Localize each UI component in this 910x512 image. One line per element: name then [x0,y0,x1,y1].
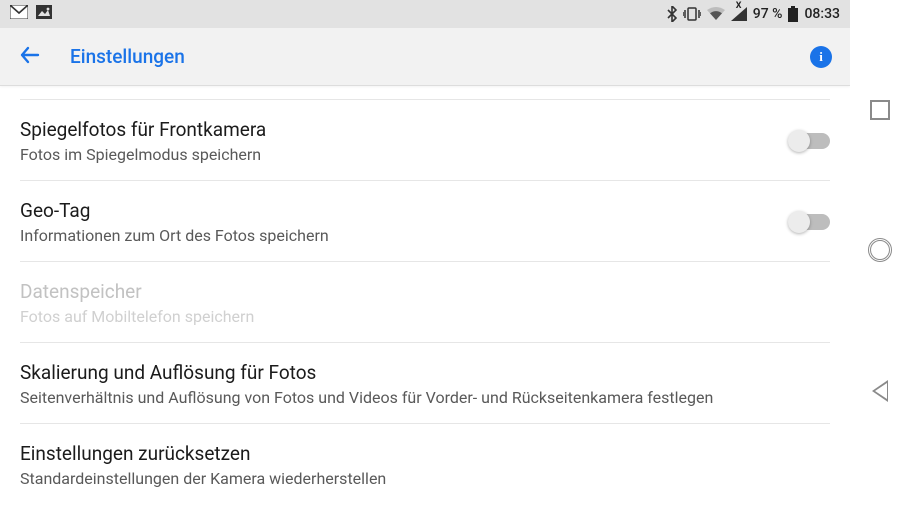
app-bar: Einstellungen i [0,28,850,86]
battery-icon [788,6,798,22]
battery-percent: 97 % [753,6,783,22]
item-subtitle: Fotos auf Mobiltelefon speichern [20,307,830,326]
system-nav-bar [850,0,910,512]
clock-time: 08:33 [804,6,840,22]
toggle-switch[interactable] [790,133,830,149]
item-geo-tag[interactable]: Geo-Tag Informationen zum Ort des Fotos … [20,181,830,262]
item-title: Geo-Tag [20,199,770,222]
page-title: Einstellungen [70,45,782,68]
item-reset-settings[interactable]: Einstellungen zurücksetzen Standardeinst… [20,424,830,504]
vibrate-icon [683,7,701,21]
item-title: Skalierung und Auflösung für Fotos [20,361,830,384]
item-title: Einstellungen zurücksetzen [20,442,830,465]
info-icon[interactable]: i [810,46,832,68]
toggle-switch[interactable] [790,214,830,230]
image-icon [36,5,52,23]
item-subtitle: Seitenverhältnis und Auflösung von Fotos… [20,388,830,407]
item-title: Datenspeicher [20,280,830,303]
item-scaling-resolution[interactable]: Skalierung und Auflösung für Fotos Seite… [20,343,830,424]
item-data-storage: Datenspeicher Fotos auf Mobiltelefon spe… [20,262,830,343]
item-subtitle: Standardeinstellungen der Kamera wiederh… [20,469,830,488]
status-bar: X 97 % 08:33 [0,0,850,28]
item-subtitle: Informationen zum Ort des Fotos speicher… [20,226,770,245]
wifi-icon [707,7,725,21]
settings-list: Spiegelfotos für Frontkamera Fotos im Sp… [0,86,850,504]
back-button[interactable] [872,380,888,402]
item-subtitle: Fotos im Spiegelmodus speichern [20,145,770,164]
item-mirror-front-camera[interactable]: Spiegelfotos für Frontkamera Fotos im Sp… [20,100,830,181]
home-button[interactable] [868,238,892,262]
item-title: Spiegelfotos für Frontkamera [20,118,770,141]
cell-signal-icon: X [731,7,747,21]
recent-apps-button[interactable] [870,100,890,120]
back-arrow-icon[interactable] [18,43,42,71]
bluetooth-icon [667,6,677,22]
gmail-icon [10,5,28,23]
